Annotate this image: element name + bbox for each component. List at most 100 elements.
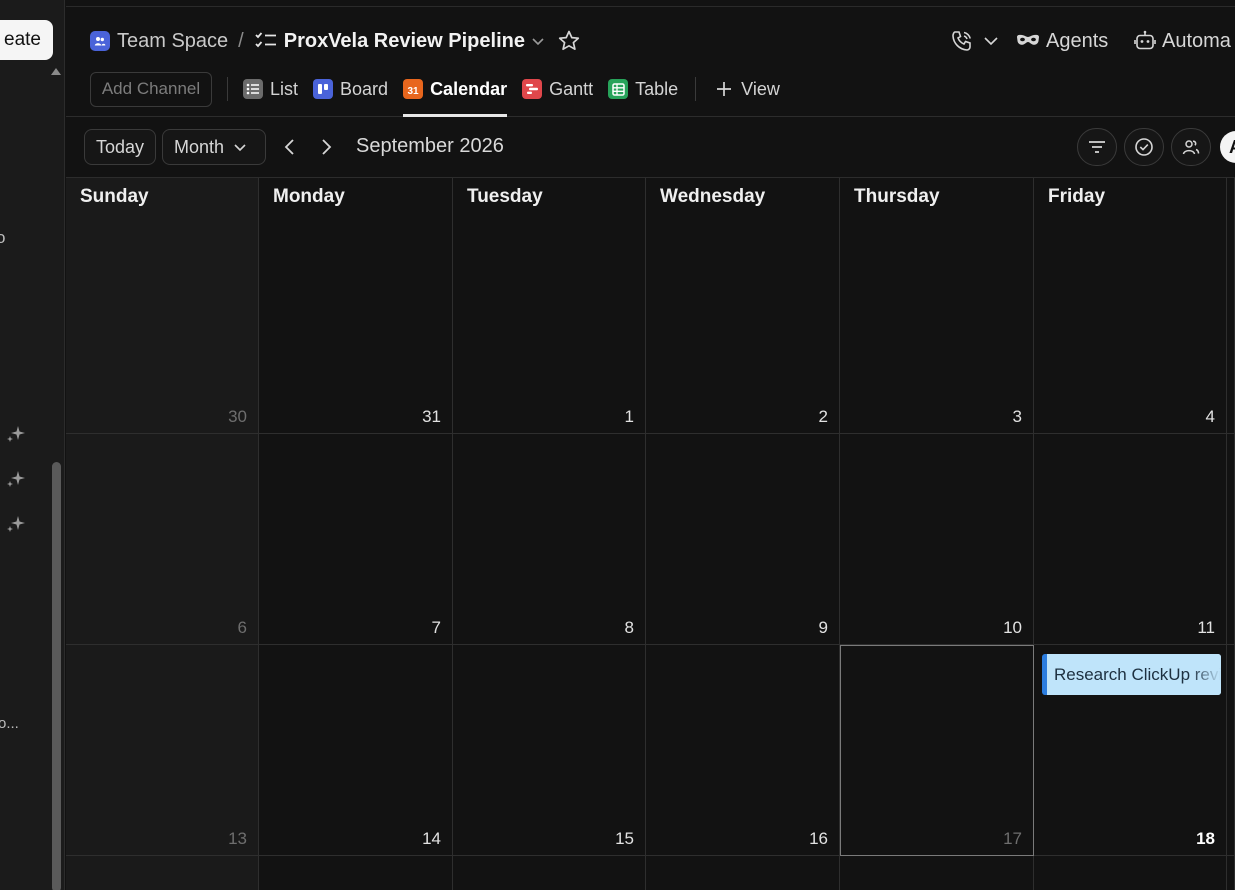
calendar-day-cell-clipped[interactable]	[1227, 434, 1235, 645]
calendar-icon: 31	[403, 79, 424, 99]
call-menu[interactable]	[950, 27, 999, 55]
tab-list[interactable]: List	[243, 71, 298, 107]
calendar-day-cell[interactable]	[66, 856, 259, 890]
star-icon[interactable]	[557, 29, 581, 53]
day-number: 1	[624, 407, 634, 426]
calendar-day-cell[interactable]: Research ClickUp review 18	[1034, 645, 1227, 856]
sidebar-item-fragment[interactable]: o...	[0, 715, 19, 732]
day-number: 4	[1205, 407, 1215, 426]
calendar-day-cell[interactable]: 10	[840, 434, 1034, 645]
divider	[695, 77, 697, 101]
calendar-day-cell[interactable]: 13	[66, 645, 259, 856]
breadcrumb: Team Space / ProxVela Review Pipeline	[90, 27, 581, 55]
add-view-label: View	[741, 78, 780, 99]
today-button[interactable]: Today	[84, 129, 156, 165]
month-dropdown-label: Month	[174, 136, 225, 157]
calendar-day-cell[interactable]: 15	[453, 645, 646, 856]
calendar-day-cell[interactable]: Thursday 3	[840, 178, 1034, 434]
tab-table[interactable]: Table	[608, 71, 678, 107]
sidebar-scrollbar[interactable]	[52, 462, 61, 890]
filter-button[interactable]	[1077, 128, 1117, 166]
tab-label: Gantt	[549, 78, 594, 99]
chevron-down-icon[interactable]	[531, 34, 545, 48]
sparkle-icon[interactable]	[5, 468, 27, 490]
page-header: Team Space / ProxVela Review Pipeline Ag…	[66, 0, 1235, 117]
sparkle-icon[interactable]	[5, 423, 27, 445]
calendar-day-cell-clipped[interactable]	[1227, 178, 1235, 434]
weekday-header: Monday	[273, 186, 345, 207]
chevron-right-icon[interactable]	[315, 136, 337, 158]
calendar-day-cell[interactable]: 11	[1034, 434, 1227, 645]
agents-label: Agents	[1046, 29, 1109, 52]
table-icon	[608, 79, 629, 99]
calendar-day-cell-clipped[interactable]	[1227, 645, 1235, 856]
day-number: 3	[1012, 407, 1022, 426]
calendar-day-cell[interactable]	[1034, 856, 1227, 890]
agents-button[interactable]: Agents	[1016, 27, 1108, 55]
day-number: 9	[818, 618, 828, 637]
calendar-day-cell[interactable]	[840, 856, 1034, 890]
calendar-day-cell[interactable]: 14	[259, 645, 453, 856]
chevron-down-icon	[234, 144, 246, 152]
robot-icon	[1134, 30, 1156, 50]
calendar-day-cell-clipped[interactable]	[1227, 856, 1235, 890]
weekday-header: Tuesday	[467, 186, 543, 207]
day-number: 30	[228, 407, 247, 426]
weekday-header: Thursday	[854, 186, 940, 207]
sidebar-item-fragment[interactable]: o	[0, 228, 5, 248]
tab-calendar[interactable]: 31 Calendar	[403, 71, 508, 117]
avatar[interactable]: A	[1220, 131, 1235, 163]
completed-toggle-button[interactable]	[1124, 128, 1164, 166]
plus-icon	[717, 82, 732, 96]
agent-mask-icon	[1017, 34, 1039, 45]
calendar-day-cell[interactable]	[646, 856, 840, 890]
breadcrumb-space[interactable]: Team Space	[117, 30, 228, 53]
weekday-header: Sunday	[80, 186, 149, 207]
day-number: 14	[422, 829, 441, 848]
calendar-day-cell[interactable]: Sunday 30	[66, 178, 259, 434]
calendar-day-cell[interactable]: Tuesday 1	[453, 178, 646, 434]
tab-board[interactable]: Board	[313, 71, 388, 107]
calendar-event[interactable]: Research ClickUp review	[1042, 654, 1221, 695]
gantt-icon	[522, 79, 543, 99]
sidebar-scroll-up-arrow[interactable]	[51, 68, 61, 75]
day-number: 10	[1003, 618, 1022, 637]
assignees-button[interactable]	[1171, 128, 1211, 166]
calendar-day-cell[interactable]: 16	[646, 645, 840, 856]
divider	[227, 77, 228, 101]
calendar-day-cell[interactable]: 8	[453, 434, 646, 645]
breadcrumb-list[interactable]: ProxVela Review Pipeline	[284, 30, 525, 53]
board-icon	[313, 79, 334, 99]
add-channel-button[interactable]: Add Channel	[90, 71, 212, 107]
chevron-left-icon[interactable]	[279, 136, 301, 158]
filter-icon	[1089, 141, 1105, 153]
phone-icon[interactable]	[950, 29, 974, 53]
automations-button[interactable]: Automa	[1134, 27, 1231, 55]
calendar-day-cell[interactable]: 6	[66, 434, 259, 645]
day-number: 31	[422, 407, 441, 426]
chevron-down-icon[interactable]	[983, 33, 999, 49]
tab-gantt[interactable]: Gantt	[522, 71, 593, 107]
calendar-icon-badge: 31	[407, 85, 419, 97]
calendar-toolbar: Today Month September 2026 A	[66, 118, 1235, 178]
calendar-day-cell[interactable]: Monday 31	[259, 178, 453, 434]
top-divider	[66, 6, 1235, 7]
add-view-button[interactable]: View	[715, 71, 780, 107]
calendar-day-cell-today[interactable]: 17	[840, 645, 1034, 856]
month-dropdown[interactable]: Month	[162, 129, 266, 165]
checklist-icon	[255, 32, 276, 48]
calendar-day-cell[interactable]: 7	[259, 434, 453, 645]
weekday-header: Wednesday	[660, 186, 766, 207]
calendar-day-cell[interactable]: 9	[646, 434, 840, 645]
calendar-day-cell[interactable]: Wednesday 2	[646, 178, 840, 434]
day-number: 13	[228, 829, 247, 848]
day-number: 18	[1196, 829, 1215, 848]
sparkle-icon[interactable]	[5, 513, 27, 535]
sidebar: eate o o...	[0, 0, 65, 890]
calendar-day-cell[interactable]: Friday 4	[1034, 178, 1227, 434]
calendar-grid: Sunday 30 Monday 31 Tuesday 1 Wednesday …	[66, 178, 1235, 890]
calendar-day-cell[interactable]	[259, 856, 453, 890]
calendar-day-cell[interactable]	[453, 856, 646, 890]
create-button[interactable]: eate	[0, 20, 53, 60]
view-tabs: Add Channel List Board 31 Calendar Gantt	[90, 71, 795, 117]
